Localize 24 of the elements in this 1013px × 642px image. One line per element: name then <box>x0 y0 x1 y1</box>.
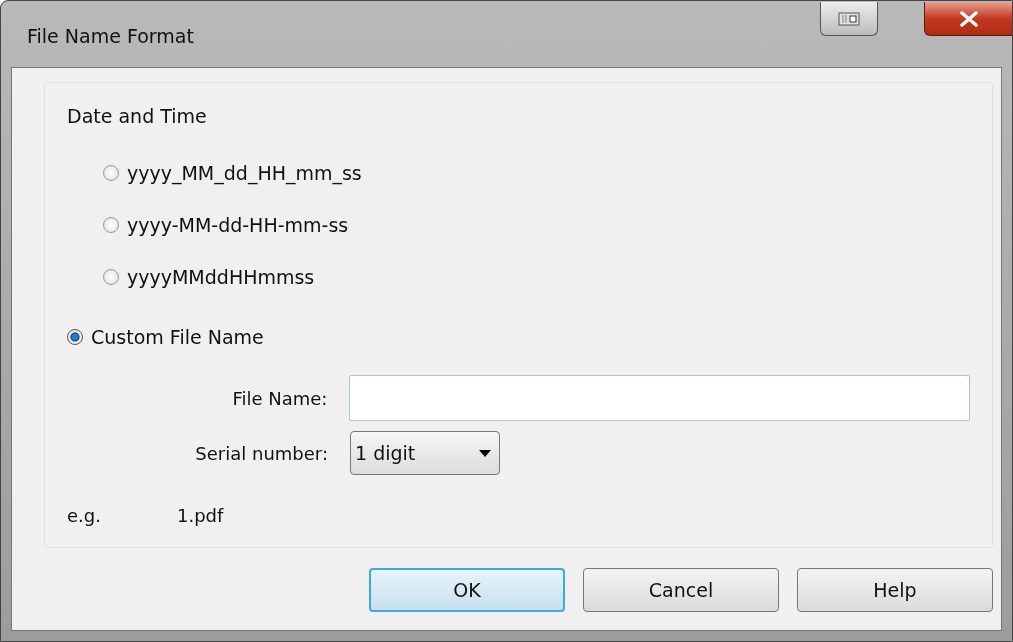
serial-number-label: Serial number: <box>194 442 328 464</box>
example-label: e.g. <box>67 505 102 526</box>
dialog-button[interactable]: Cancel <box>583 568 779 612</box>
example-value: 1.pdf <box>177 505 224 526</box>
radio-button[interactable] <box>103 269 119 285</box>
dialog-button[interactable]: Help <box>797 568 993 612</box>
window-title: File Name Format <box>27 25 195 47</box>
radio-label[interactable]: yyyyMMddHHmmss <box>127 266 315 288</box>
window-mode-icon <box>838 11 860 26</box>
radio-button[interactable] <box>103 165 119 181</box>
close-button[interactable] <box>924 2 1012 36</box>
radio-label[interactable]: yyyy-MM-dd-HH-mm-ss <box>127 214 349 236</box>
section-label: Date and Time <box>67 105 208 127</box>
file-name-label: File Name: <box>231 387 328 409</box>
window-mode-button[interactable] <box>820 2 878 36</box>
radio-button[interactable] <box>67 329 83 345</box>
file-name-field[interactable] <box>349 375 970 421</box>
radio-label[interactable]: Custom File Name <box>91 326 264 348</box>
close-icon <box>958 10 979 27</box>
caret-icon <box>479 449 491 457</box>
radio-button[interactable] <box>103 217 119 233</box>
serial-number-dropdown[interactable]: 1 digit <box>350 431 500 475</box>
dialog-button[interactable]: OK <box>369 568 565 612</box>
radio-label[interactable]: yyyy_MM_dd_HH_mm_ss <box>127 162 362 184</box>
